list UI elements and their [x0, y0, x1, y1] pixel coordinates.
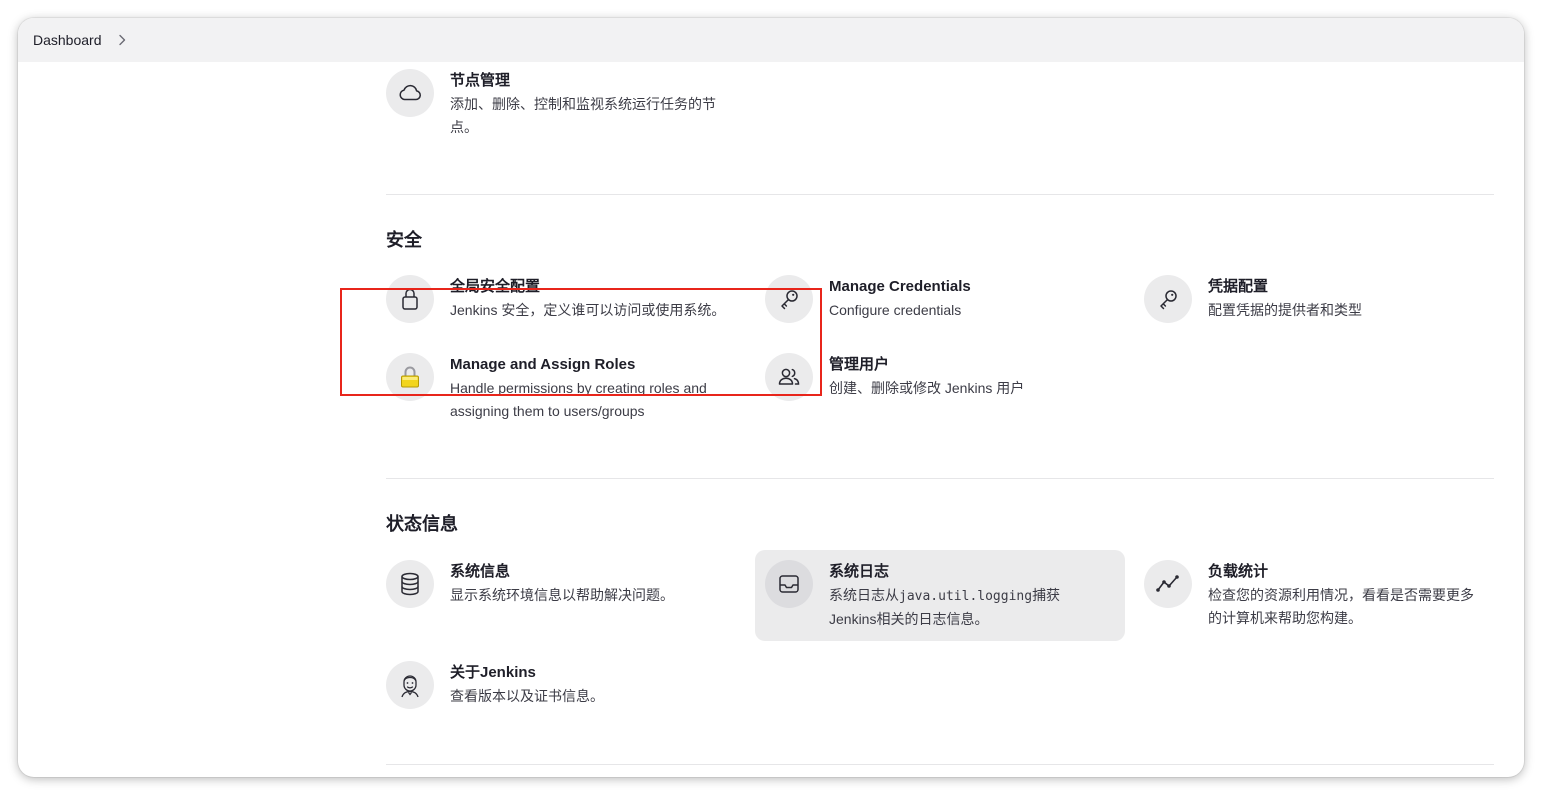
chevron-right-icon[interactable]: [116, 34, 128, 46]
section-title-status: 状态信息: [386, 514, 458, 534]
item-title: Manage Credentials: [829, 278, 971, 295]
item-title: 系统日志: [829, 563, 890, 580]
jenkins-butler-icon: [386, 661, 434, 709]
section-divider: [386, 478, 1494, 479]
manage-jenkins-content: 节点管理 添加、删除、控制和监视系统运行任务的节 点。 安全 全局安全配置 Je…: [18, 62, 1524, 777]
key-icon: [1144, 275, 1192, 323]
item-desc: 创建、删除或修改 Jenkins 用户: [829, 380, 1025, 396]
item-desc: 检查您的资源利用情况，看看是否需要更多 的计算机来帮助您构建。: [1208, 587, 1474, 626]
item-desc: 查看版本以及证书信息。: [450, 688, 604, 704]
section-divider: [386, 194, 1494, 195]
item-title: 管理用户: [829, 356, 890, 373]
item-desc: 系统日志从java.util.logging捕获 Jenkins相关的日志信息。: [829, 587, 1061, 627]
highlight-annotation-box: [340, 288, 822, 396]
manage-nodes-item[interactable]: 节点管理 添加、删除、控制和监视系统运行任务的节 点。: [386, 69, 716, 139]
item-title: 节点管理: [450, 72, 511, 89]
jenkins-window: Dashboard 节点管理 添加、删除、控制和监视系统运行任务的节 点。 安全: [18, 18, 1524, 777]
database-icon: [386, 560, 434, 608]
breadcrumb-bar: Dashboard: [18, 18, 1524, 62]
system-log-item[interactable]: 系统日志 系统日志从java.util.logging捕获 Jenkins相关的…: [755, 550, 1125, 641]
cloud-icon: [386, 69, 434, 117]
item-title: 关于Jenkins: [450, 664, 536, 681]
system-info-item[interactable]: 系统信息 显示系统环境信息以帮助解决问题。: [386, 560, 674, 608]
item-title: 负载统计: [1208, 563, 1269, 580]
item-desc: 显示系统环境信息以帮助解决问题。: [450, 587, 674, 603]
credential-config-item[interactable]: 凭据配置 配置凭据的提供者和类型: [1144, 275, 1362, 323]
item-desc: 添加、删除、控制和监视系统运行任务的节 点。: [450, 96, 716, 135]
line-chart-icon: [1144, 560, 1192, 608]
load-statistics-item[interactable]: 负载统计 检查您的资源利用情况，看看是否需要更多 的计算机来帮助您构建。: [1144, 560, 1474, 630]
item-title: 系统信息: [450, 563, 511, 580]
breadcrumb-dashboard[interactable]: Dashboard: [33, 32, 102, 48]
inbox-icon: [765, 560, 813, 608]
section-title-security: 安全: [386, 230, 422, 250]
item-title: 凭据配置: [1208, 278, 1269, 295]
item-desc: 配置凭据的提供者和类型: [1208, 302, 1362, 318]
item-desc: Configure credentials: [829, 302, 962, 318]
section-divider: [386, 764, 1494, 765]
about-jenkins-item[interactable]: 关于Jenkins 查看版本以及证书信息。: [386, 661, 604, 709]
